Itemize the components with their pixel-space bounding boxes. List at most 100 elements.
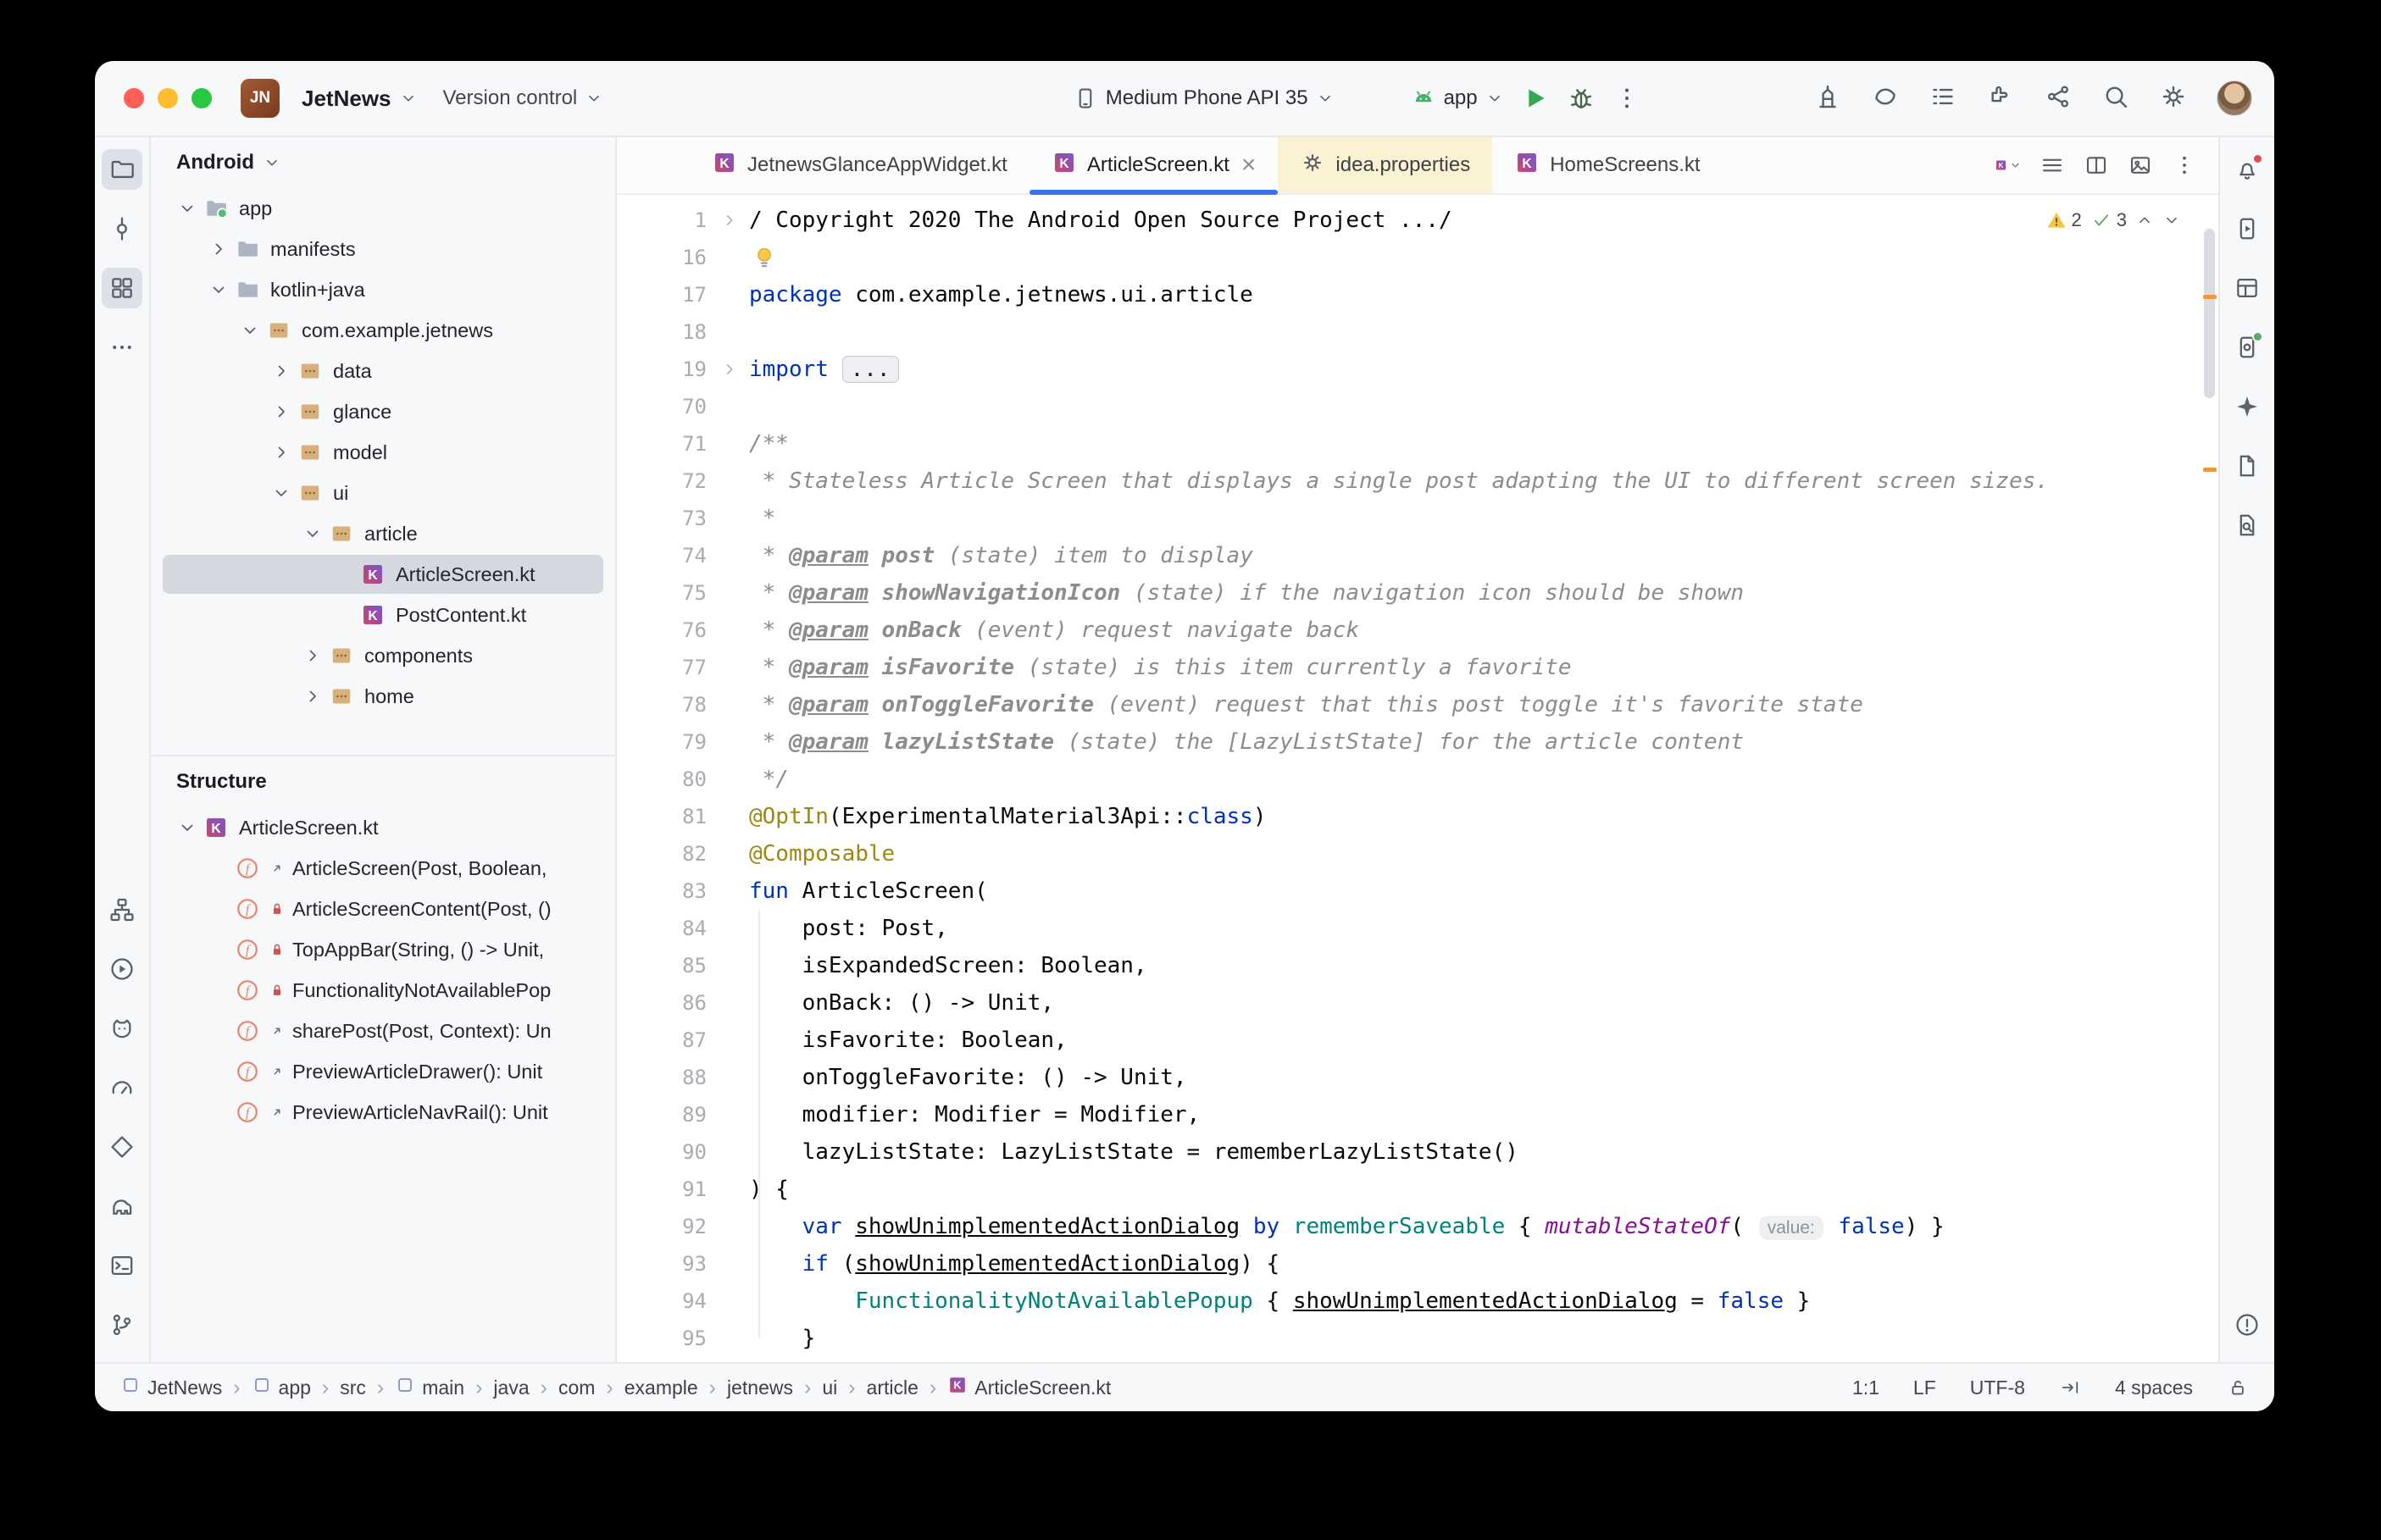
chevron-right-icon[interactable] (298, 682, 327, 711)
code-editor[interactable]: 1/ Copyright 2020 The Android Open Sourc… (617, 195, 2218, 1362)
tree-item-kotlin-java[interactable]: kotlin+java (151, 269, 615, 310)
more-tool-windows-button[interactable] (102, 327, 142, 368)
more-run-actions-button[interactable] (1604, 75, 1650, 121)
chevron-right-icon[interactable] (298, 641, 327, 670)
editor-scrollbar[interactable] (2200, 195, 2218, 1362)
indent-size[interactable]: 4 spaces (2115, 1377, 2193, 1399)
breadcrumb-app[interactable]: app (252, 1375, 311, 1400)
breadcrumb-example[interactable]: example (624, 1377, 698, 1399)
editor-options-button[interactable] (2164, 145, 2205, 186)
chevron-down-icon[interactable] (173, 813, 202, 842)
chevron-right-icon[interactable] (267, 357, 296, 385)
tree-item-model[interactable]: model (151, 432, 615, 473)
previous-problem-button[interactable] (2135, 211, 2154, 230)
breadcrumb-ui[interactable]: ui (822, 1377, 837, 1399)
breadcrumb-com[interactable]: com (558, 1377, 595, 1399)
settings-button[interactable] (2151, 75, 2196, 121)
version-control-tool-button[interactable] (102, 1305, 142, 1345)
tree-item-com-example-jetnews[interactable]: com.example.jetnews (151, 310, 615, 351)
tree-item-app[interactable]: app (151, 188, 615, 229)
user-avatar[interactable] (2217, 80, 2252, 116)
chevron-down-icon[interactable] (173, 194, 202, 223)
chevron-right-icon[interactable] (267, 397, 296, 426)
profiler-tool-button[interactable] (102, 1067, 142, 1108)
project-widget[interactable]: JetNews (293, 79, 426, 119)
close-window-button[interactable] (124, 88, 144, 108)
line-separator[interactable]: LF (1913, 1377, 1936, 1399)
tree-item-glance[interactable]: glance (151, 391, 615, 432)
tree-item-functionalitynotavailablepop[interactable]: fFunctionalityNotAvailablePop (151, 970, 615, 1011)
sync-project-button[interactable] (1862, 75, 1908, 121)
editor-tab-jetnewsglanceappwidget-kt[interactable]: KJetnewsGlanceAppWidget.kt (690, 137, 1030, 193)
terminal-tool-button[interactable] (102, 1245, 142, 1286)
chevron-down-icon[interactable] (267, 479, 296, 507)
changes-tool-button[interactable] (2227, 446, 2267, 486)
structure-tool-button[interactable] (102, 268, 142, 308)
split-editor-button[interactable] (2076, 145, 2117, 186)
tree-item-previewarticledrawer-unit[interactable]: fPreviewArticleDrawer(): Unit (151, 1051, 615, 1092)
chevron-right-icon[interactable] (267, 438, 296, 467)
file-encoding[interactable]: UTF-8 (1970, 1377, 2025, 1399)
tree-item-article[interactable]: article (151, 513, 615, 554)
tree-item-ui[interactable]: ui (151, 473, 615, 513)
error-stripe-mark[interactable] (2203, 295, 2217, 299)
tree-item-components[interactable]: components (151, 635, 615, 676)
plugins-button[interactable] (1978, 75, 2023, 121)
editor-tab-homescreens-kt[interactable]: KHomeScreens.kt (1492, 137, 1722, 193)
tree-item-home[interactable]: home (151, 676, 615, 717)
tree-item-articlescreen-kt[interactable]: KArticleScreen.kt (151, 554, 615, 595)
tree-item-data[interactable]: data (151, 351, 615, 391)
caret-position[interactable]: 1:1 (1852, 1377, 1879, 1399)
run-configuration-selector[interactable]: app (1402, 79, 1512, 118)
find-tool-button[interactable] (2227, 505, 2267, 546)
error-stripe-mark[interactable] (2203, 468, 2217, 472)
tree-item-previewarticlenavrail-unit[interactable]: fPreviewArticleNavRail(): Unit (151, 1092, 615, 1133)
tree-item-articlescreen-post-boolean[interactable]: fArticleScreen(Post, Boolean, (151, 848, 615, 889)
breadcrumb-main[interactable]: main (395, 1375, 464, 1400)
notifications-button[interactable] (2227, 149, 2267, 190)
run-tool-button[interactable] (102, 949, 142, 989)
fold-marker-icon[interactable] (710, 202, 749, 239)
breadcrumb-jetnews[interactable]: JetNews (120, 1375, 222, 1400)
commit-tool-button[interactable] (102, 208, 142, 249)
chevron-down-icon[interactable] (298, 519, 327, 548)
fold-marker-icon[interactable] (710, 351, 749, 388)
breadcrumb-jetnews[interactable]: jetnews (727, 1377, 793, 1399)
chevron-right-icon[interactable] (204, 235, 233, 263)
hidden-tabs-dropdown[interactable]: K (1988, 145, 2029, 186)
close-tab-icon[interactable]: × (1241, 152, 1257, 178)
debug-button[interactable] (1558, 75, 1604, 121)
vcs-widget[interactable]: Version control (435, 80, 613, 117)
minimize-window-button[interactable] (158, 88, 178, 108)
gemini-tool-button[interactable] (2227, 386, 2267, 427)
app-quality-insights-tool-button[interactable] (102, 1127, 142, 1167)
indent-style-icon[interactable] (2059, 1377, 2081, 1399)
problems-tool-button[interactable] (2227, 1305, 2267, 1345)
editor-tab-articlescreen-kt[interactable]: KArticleScreen.kt× (1030, 137, 1279, 193)
write-access-icon[interactable] (2227, 1377, 2249, 1399)
editor-tab-idea-properties[interactable]: idea.properties (1278, 137, 1492, 193)
tree-item-topappbar-string-unit[interactable]: fTopAppBar(String, () -> Unit, (151, 929, 615, 970)
project-view-mode-selector[interactable]: Android (151, 137, 615, 188)
fullscreen-window-button[interactable] (191, 88, 212, 108)
editor-list-button[interactable] (2032, 145, 2073, 186)
tree-item-manifests[interactable]: manifests (151, 229, 615, 269)
layout-inspector-tool-button[interactable] (2227, 268, 2267, 308)
build-button[interactable] (1805, 75, 1851, 121)
tree-item-postcontent-kt[interactable]: KPostContent.kt (151, 595, 615, 635)
project-tool-button[interactable] (102, 149, 142, 190)
run-tasks-button[interactable] (1920, 75, 1966, 121)
breadcrumb-java[interactable]: java (493, 1377, 529, 1399)
tree-item-articlescreencontent-post[interactable]: fArticleScreenContent(Post, () (151, 889, 615, 929)
tree-item-sharepost-post-context-un[interactable]: fsharePost(Post, Context): Un (151, 1011, 615, 1051)
next-problem-button[interactable] (2162, 211, 2181, 230)
device-selector[interactable]: Medium Phone API 35 (1064, 79, 1343, 118)
breadcrumb-src[interactable]: src (340, 1377, 366, 1399)
search-everywhere-button[interactable] (2093, 75, 2139, 121)
device-manager-tool-button[interactable] (2227, 327, 2267, 368)
checks-count[interactable]: 3 (2090, 202, 2127, 239)
scrollbar-thumb[interactable] (2204, 229, 2215, 398)
running-devices-tool-button[interactable] (2227, 208, 2267, 249)
breadcrumb-article[interactable]: article (867, 1377, 919, 1399)
breadcrumb-articlescreen-kt[interactable]: KArticleScreen.kt (947, 1375, 1111, 1400)
